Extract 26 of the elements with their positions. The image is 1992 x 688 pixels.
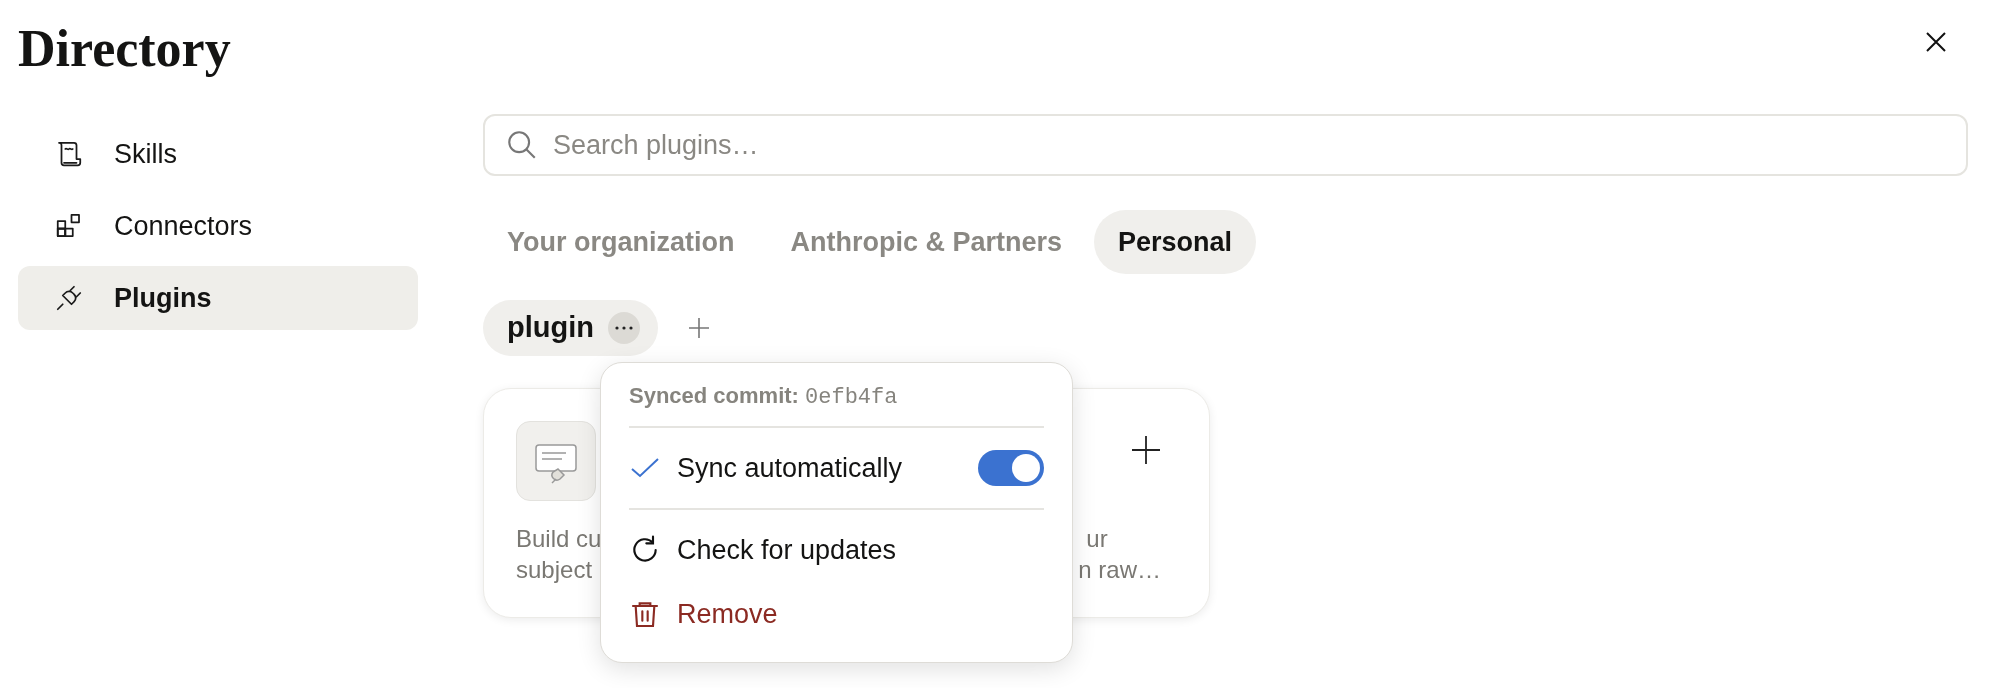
more-icon [615, 326, 633, 330]
page-title: Directory [18, 19, 231, 79]
sidebar-item[interactable]: Plugins [18, 266, 418, 330]
search-field[interactable]: Search plugins… [483, 114, 1968, 176]
tab[interactable]: Anthropic & Partners [766, 210, 1087, 274]
card-description: subject [516, 555, 593, 585]
tab[interactable]: Personal [1094, 210, 1257, 274]
chip-label: plugin [507, 310, 594, 346]
tab[interactable]: Your organization [483, 210, 759, 274]
plus-icon [688, 317, 710, 339]
plug-icon [54, 283, 84, 313]
sidebar-item[interactable]: Connectors [18, 194, 418, 258]
search-input[interactable]: Search plugins… [553, 124, 1966, 166]
plus-icon [1131, 435, 1161, 465]
menu-item[interactable]: Remove [629, 582, 1044, 646]
card-description: n raw… [1078, 555, 1161, 585]
card-description: ur [1086, 524, 1108, 554]
menu-item[interactable]: Check for updates [629, 518, 1044, 582]
card-description: Build cu [516, 524, 602, 554]
plugin-chip[interactable]: plugin [483, 300, 658, 356]
sidebar-item[interactable]: Skills [18, 122, 418, 186]
close-icon [1924, 30, 1948, 54]
menu-item[interactable]: Sync automatically [677, 447, 962, 489]
more-button[interactable] [608, 312, 640, 344]
synced-commit-label: Synced commit: 0efb4fa [629, 382, 899, 412]
toggle-switch[interactable] [978, 450, 1044, 486]
